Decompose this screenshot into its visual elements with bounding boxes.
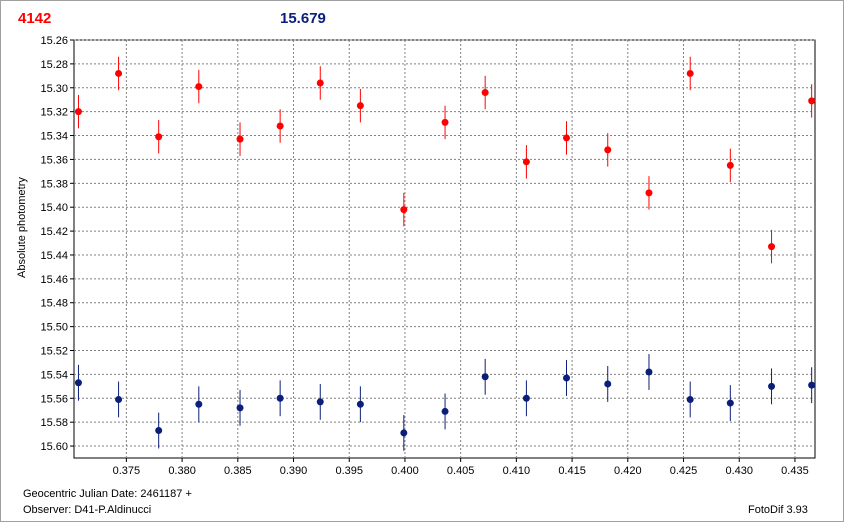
data-point [236,404,244,412]
data-point [155,427,163,435]
data-point [481,373,489,381]
x-tick-label: 0.380 [168,465,196,477]
y-tick-label: 15.52 [40,346,68,358]
data-point [726,161,734,169]
data-point [74,108,82,116]
data-point [115,395,123,403]
y-tick-label: 15.26 [40,35,68,47]
data-point [356,102,364,110]
data-point [522,394,530,402]
data-point [768,382,776,390]
plot-area [73,39,816,459]
y-tick-label: 15.40 [40,202,68,214]
data-point [604,146,612,154]
data-point [768,243,776,251]
x-tick-label: 0.420 [614,465,642,477]
data-point [316,398,324,406]
data-point [356,400,364,408]
y-tick-label: 15.58 [40,417,68,429]
y-tick-label: 15.42 [40,226,68,238]
data-point [481,89,489,97]
data-point [686,69,694,77]
data-point [441,407,449,415]
software-version-label: FotoDif 3.93 [748,504,808,516]
data-point [645,368,653,376]
x-tick-label: 0.385 [224,465,252,477]
x-tick-label: 0.415 [558,465,586,477]
data-point [195,400,203,408]
data-point [686,395,694,403]
data-point [808,381,816,389]
y-tick-label: 15.46 [40,274,68,286]
y-tick-label: 15.60 [40,441,68,453]
y-tick-label: 15.32 [40,107,68,119]
y-tick-label: 15.54 [40,369,68,381]
data-point [195,83,203,91]
data-point [645,189,653,197]
photometry-plot: 0.375 0.380 0.385 0.390 0.395 0.400 0.405 0.410… [40,35,816,477]
x-tick-label: 0.435 [781,465,809,477]
x-tick-label: 0.410 [503,465,531,477]
y-tick-label: 15.56 [40,393,68,405]
data-point [155,133,163,141]
data-point [115,69,123,77]
y-tick-label: 15.50 [40,322,68,334]
x-tick-label: 0.425 [670,465,698,477]
y-axis-label: Absolute photometry [16,177,28,278]
x-tick-label: 0.430 [725,465,753,477]
observer-label: Observer: D41-P.Aldinucci [23,504,152,516]
x-tick-label: 0.405 [447,465,475,477]
data-point [808,97,816,105]
data-point [74,379,82,387]
x-tick-label: 0.375 [113,465,141,477]
data-point [604,380,612,388]
y-tick-label: 15.30 [40,83,68,95]
x-tick-label: 0.400 [391,465,419,477]
data-point [316,79,324,87]
data-point [276,394,284,402]
x-tick-label: 0.395 [335,465,363,477]
data-point [276,122,284,130]
data-point [236,135,244,143]
y-tick-label: 15.28 [40,59,68,71]
x-tick-label: 0.390 [280,465,308,477]
data-point [400,429,408,437]
y-tick-label: 15.36 [40,154,68,166]
data-point [400,206,408,214]
julian-date-label: Geocentric Julian Date: 2461187 + [23,488,192,500]
y-tick-label: 15.44 [40,250,68,262]
data-point [726,399,734,407]
data-point [563,374,571,382]
y-tick-label: 15.38 [40,178,68,190]
data-point [441,118,449,126]
y-tick-label: 15.34 [40,131,68,143]
data-point [522,158,530,166]
y-tick-label: 15.48 [40,298,68,310]
data-point [563,134,571,142]
